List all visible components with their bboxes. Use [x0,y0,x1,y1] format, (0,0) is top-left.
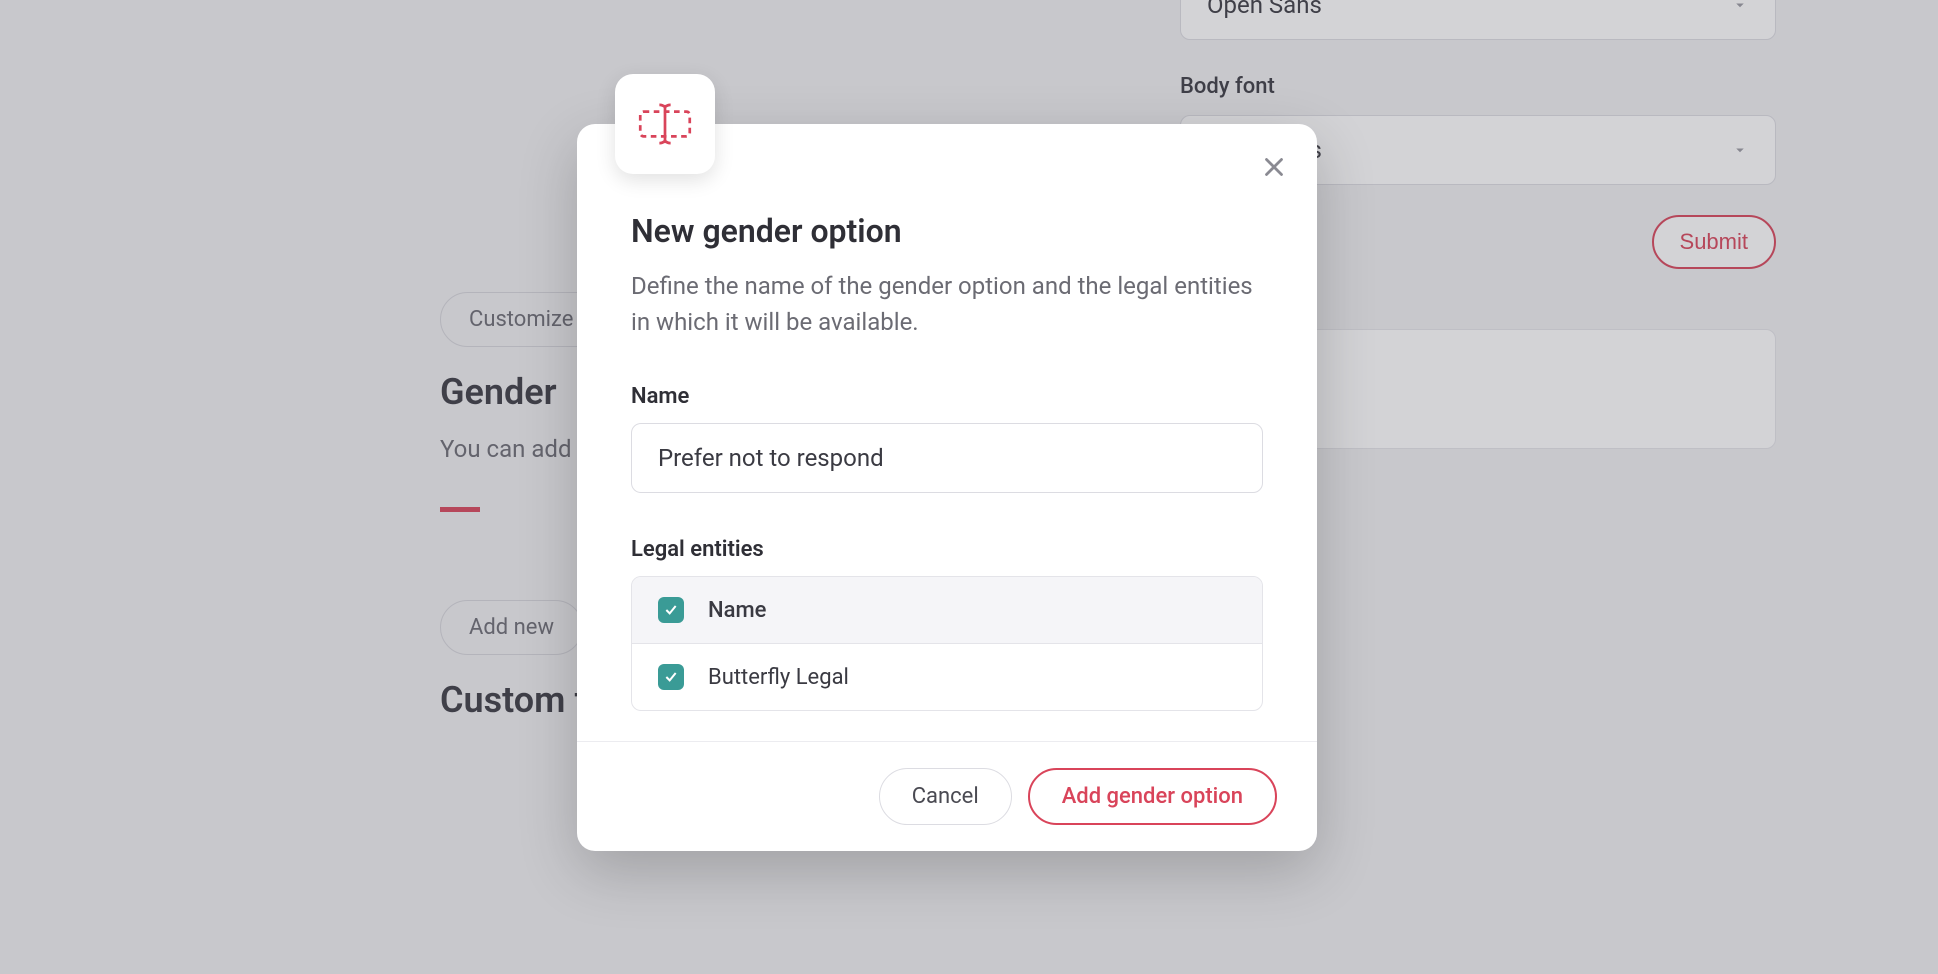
cancel-button[interactable]: Cancel [879,768,1012,825]
new-gender-option-modal: New gender option Define the name of the… [577,124,1317,851]
input-field-icon [638,100,692,148]
legal-entities-header-row: Name [632,577,1262,644]
modal-description: Define the name of the gender option and… [631,268,1263,340]
legal-entity-row: Butterfly Legal [632,644,1262,710]
column-header-name: Name [708,598,766,623]
close-icon [1259,152,1289,182]
legal-entities-label: Legal entities [631,537,1263,562]
entity-name: Butterfly Legal [708,665,849,690]
check-icon [663,602,679,618]
name-input[interactable] [631,423,1263,493]
close-button[interactable] [1259,152,1289,182]
modal-icon-badge [615,74,715,174]
modal-title: New gender option [631,212,1263,250]
select-all-checkbox[interactable] [658,597,684,623]
entity-checkbox[interactable] [658,664,684,690]
legal-entities-table: Name Butterfly Legal [631,576,1263,711]
add-gender-option-button[interactable]: Add gender option [1028,768,1277,825]
modal-footer: Cancel Add gender option [577,741,1317,851]
name-field-label: Name [631,384,1263,409]
check-icon [663,669,679,685]
